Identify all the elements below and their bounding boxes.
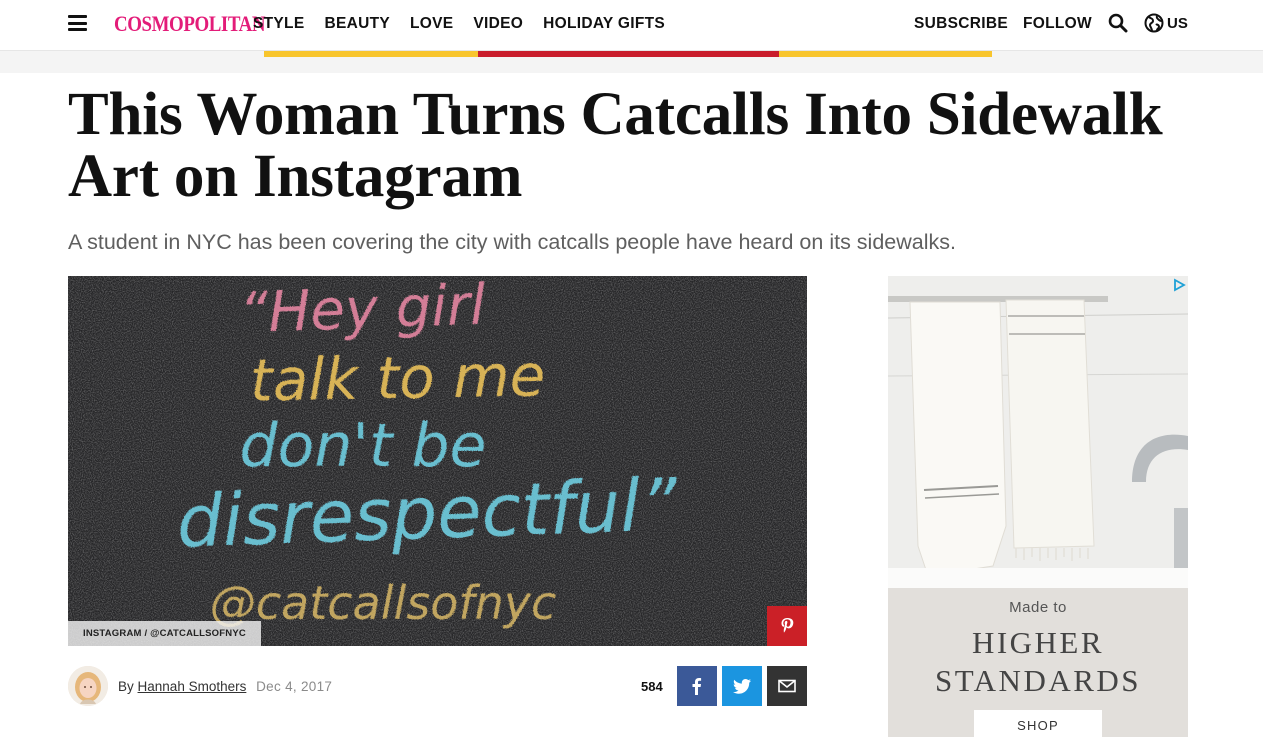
- pinterest-share-button[interactable]: [767, 606, 807, 646]
- main-nav: STYLE BEAUTY LOVE VIDEO HOLIDAY GIFTS: [253, 15, 685, 33]
- ad-shop-button[interactable]: SHOP: [974, 710, 1102, 737]
- email-share-button[interactable]: [767, 666, 807, 706]
- hamburger-menu-icon[interactable]: [68, 15, 87, 31]
- chalk-line-5: @catcallsofnyc: [210, 576, 557, 630]
- image-credit: INSTAGRAM / @CATCALLSOFNYC: [68, 621, 261, 646]
- envelope-icon: [778, 679, 796, 693]
- subscribe-link[interactable]: SUBSCRIBE: [914, 15, 1008, 33]
- publish-date: Dec 4, 2017: [256, 679, 333, 694]
- facebook-share-button[interactable]: [677, 666, 717, 706]
- follow-link[interactable]: FOLLOW: [1023, 15, 1092, 33]
- globe-icon[interactable]: [1144, 13, 1164, 33]
- ad-made-to: Made to: [1009, 599, 1067, 616]
- adchoices-icon[interactable]: [1172, 278, 1186, 292]
- leaderboard-ad-slot: [0, 51, 1263, 73]
- ad-headline-line-1: HIGHER: [971, 625, 1105, 660]
- facebook-icon: [692, 678, 702, 695]
- author-link[interactable]: Hannah Smothers: [138, 679, 247, 694]
- twitter-icon: [733, 679, 751, 694]
- nav-item-love[interactable]: LOVE: [410, 15, 453, 33]
- ad-headline-line-2: STANDARDS: [934, 663, 1142, 698]
- twitter-share-button[interactable]: [722, 666, 762, 706]
- lead-image: “Hey girl talk to me don't be disrespect…: [68, 276, 807, 646]
- article-headline: This Woman Turns Catcalls Into Sidewalk …: [68, 81, 1163, 210]
- byline: By Hannah Smothers Dec 4, 2017: [118, 678, 332, 696]
- article-dek: A student in NYC has been covering the c…: [68, 230, 956, 254]
- ad-headline: HIGHER STANDARDS: [888, 624, 1188, 700]
- edition-selector[interactable]: US: [1167, 15, 1188, 33]
- pinterest-icon: [781, 618, 794, 633]
- leaderboard-ad[interactable]: [264, 51, 992, 57]
- chalk-line-4: disrespectful”: [175, 462, 679, 563]
- author-avatar[interactable]: [68, 666, 108, 706]
- nav-item-style[interactable]: STYLE: [253, 15, 304, 33]
- nav-item-holiday-gifts[interactable]: HOLIDAY GIFTS: [543, 15, 665, 33]
- content-fade: [0, 712, 888, 737]
- nav-item-beauty[interactable]: BEAUTY: [324, 15, 390, 33]
- share-count: 584: [641, 679, 663, 694]
- nav-item-video[interactable]: VIDEO: [473, 15, 523, 33]
- search-icon[interactable]: [1108, 13, 1128, 33]
- site-logo[interactable]: COSMOPOLITAN: [114, 11, 266, 37]
- site-header: COSMOPOLITAN STYLE BEAUTY LOVE VIDEO HOL…: [0, 0, 1263, 51]
- chalk-line-1: “Hey girl: [238, 276, 487, 346]
- chalk-line-2: talk to me: [249, 341, 545, 414]
- byline-prefix: By: [118, 679, 134, 694]
